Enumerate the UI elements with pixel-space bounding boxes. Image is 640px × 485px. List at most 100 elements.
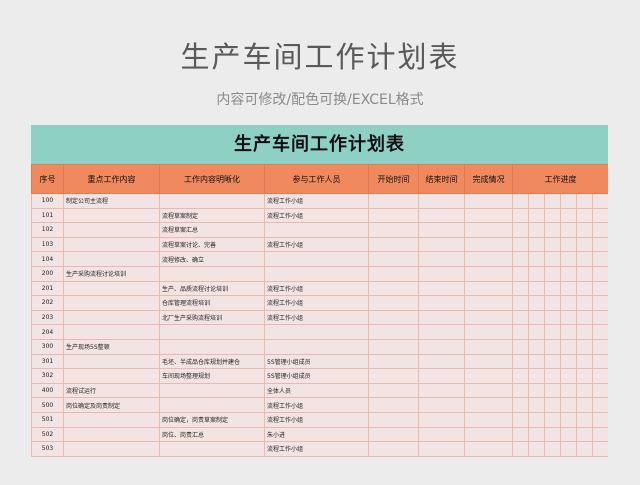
cell-progress-3[interactable] (544, 222, 561, 238)
cell-progress-3[interactable] (544, 324, 561, 340)
cell-seq[interactable]: 201 (31, 280, 64, 297)
cell-progress-4[interactable] (560, 353, 577, 370)
cell-people[interactable] (264, 324, 369, 340)
cell-progress-2[interactable] (528, 324, 545, 340)
cell-progress-4[interactable] (560, 236, 577, 253)
cell-progress-4[interactable] (560, 441, 577, 457)
cell-progress-6[interactable] (592, 368, 608, 384)
cell-key-work[interactable]: 流程试运行 (63, 382, 160, 399)
cell-detail[interactable] (159, 193, 265, 209)
cell-people[interactable]: 5S管理小组成员 (264, 353, 369, 370)
cell-status[interactable] (464, 222, 513, 238)
cell-progress-3[interactable] (544, 411, 561, 428)
cell-key-work[interactable]: 生产采购流程讨论培训 (63, 265, 160, 282)
cell-people[interactable] (264, 338, 369, 355)
cell-detail[interactable]: 岗位确定，岗责草案制定 (159, 411, 265, 428)
cell-seq[interactable]: 503 (31, 441, 64, 457)
header-end[interactable]: 结束时间 (418, 164, 465, 194)
cell-start[interactable] (368, 251, 419, 267)
cell-progress-5[interactable] (576, 426, 593, 443)
cell-end[interactable] (418, 207, 465, 224)
cell-seq[interactable]: 301 (31, 353, 64, 370)
cell-detail[interactable]: 生产、品质流程讨论培训 (159, 280, 265, 297)
cell-people[interactable] (264, 265, 369, 282)
cell-progress-5[interactable] (576, 397, 593, 413)
cell-progress-2[interactable] (528, 441, 545, 457)
cell-progress-5[interactable] (576, 309, 593, 326)
cell-detail[interactable] (159, 265, 265, 282)
cell-progress-6[interactable] (592, 295, 608, 311)
cell-status[interactable] (464, 353, 513, 370)
cell-detail[interactable]: 北厂生产采购流程培训 (159, 309, 265, 326)
cell-end[interactable] (418, 338, 465, 355)
cell-progress-1[interactable] (512, 426, 529, 443)
cell-progress-2[interactable] (528, 353, 545, 370)
cell-status[interactable] (464, 236, 513, 253)
cell-seq[interactable]: 200 (31, 265, 64, 282)
cell-start[interactable] (368, 382, 419, 399)
cell-progress-4[interactable] (560, 280, 577, 297)
cell-start[interactable] (368, 324, 419, 340)
cell-progress-6[interactable] (592, 382, 608, 399)
cell-status[interactable] (464, 397, 513, 413)
cell-key-work[interactable]: 生产现场5S整顿 (63, 338, 160, 355)
cell-people[interactable]: 5S管理小组成员 (264, 368, 369, 384)
cell-seq[interactable]: 100 (31, 193, 64, 209)
cell-progress-2[interactable] (528, 368, 545, 384)
cell-key-work[interactable] (63, 236, 160, 253)
cell-progress-4[interactable] (560, 222, 577, 238)
cell-seq[interactable]: 500 (31, 397, 64, 413)
cell-progress-2[interactable] (528, 295, 545, 311)
cell-progress-6[interactable] (592, 338, 608, 355)
cell-people[interactable] (264, 251, 369, 267)
cell-progress-2[interactable] (528, 338, 545, 355)
cell-detail[interactable]: 流程草案讨论、完善 (159, 236, 265, 253)
cell-progress-1[interactable] (512, 441, 529, 457)
cell-progress-6[interactable] (592, 251, 608, 267)
header-start[interactable]: 开始时间 (368, 164, 419, 194)
cell-detail[interactable] (159, 397, 265, 413)
cell-start[interactable] (368, 368, 419, 384)
cell-progress-1[interactable] (512, 309, 529, 326)
cell-end[interactable] (418, 324, 465, 340)
cell-progress-1[interactable] (512, 222, 529, 238)
cell-progress-5[interactable] (576, 251, 593, 267)
cell-progress-1[interactable] (512, 265, 529, 282)
cell-progress-6[interactable] (592, 397, 608, 413)
cell-progress-5[interactable] (576, 353, 593, 370)
cell-progress-2[interactable] (528, 265, 545, 282)
cell-progress-4[interactable] (560, 295, 577, 311)
cell-progress-1[interactable] (512, 368, 529, 384)
cell-people[interactable]: 流程工作小组 (264, 207, 369, 224)
cell-progress-5[interactable] (576, 338, 593, 355)
cell-start[interactable] (368, 411, 419, 428)
cell-progress-6[interactable] (592, 309, 608, 326)
cell-progress-5[interactable] (576, 441, 593, 457)
cell-key-work[interactable]: 制定公司主流程 (63, 193, 160, 209)
cell-seq[interactable]: 400 (31, 382, 64, 399)
cell-progress-5[interactable] (576, 295, 593, 311)
cell-key-work[interactable] (63, 411, 160, 428)
header-key-work[interactable]: 重点工作内容 (63, 164, 160, 194)
cell-progress-3[interactable] (544, 280, 561, 297)
cell-progress-2[interactable] (528, 426, 545, 443)
cell-end[interactable] (418, 236, 465, 253)
cell-progress-3[interactable] (544, 382, 561, 399)
cell-progress-6[interactable] (592, 222, 608, 238)
cell-progress-1[interactable] (512, 236, 529, 253)
cell-status[interactable] (464, 265, 513, 282)
cell-seq[interactable]: 300 (31, 338, 64, 355)
cell-start[interactable] (368, 338, 419, 355)
cell-start[interactable] (368, 309, 419, 326)
cell-progress-3[interactable] (544, 236, 561, 253)
cell-status[interactable] (464, 441, 513, 457)
cell-key-work[interactable] (63, 207, 160, 224)
cell-key-work[interactable] (63, 222, 160, 238)
cell-people[interactable] (264, 222, 369, 238)
cell-key-work[interactable] (63, 441, 160, 457)
cell-people[interactable]: 流程工作小组 (264, 193, 369, 209)
cell-progress-1[interactable] (512, 280, 529, 297)
cell-status[interactable] (464, 193, 513, 209)
cell-end[interactable] (418, 397, 465, 413)
cell-progress-6[interactable] (592, 426, 608, 443)
